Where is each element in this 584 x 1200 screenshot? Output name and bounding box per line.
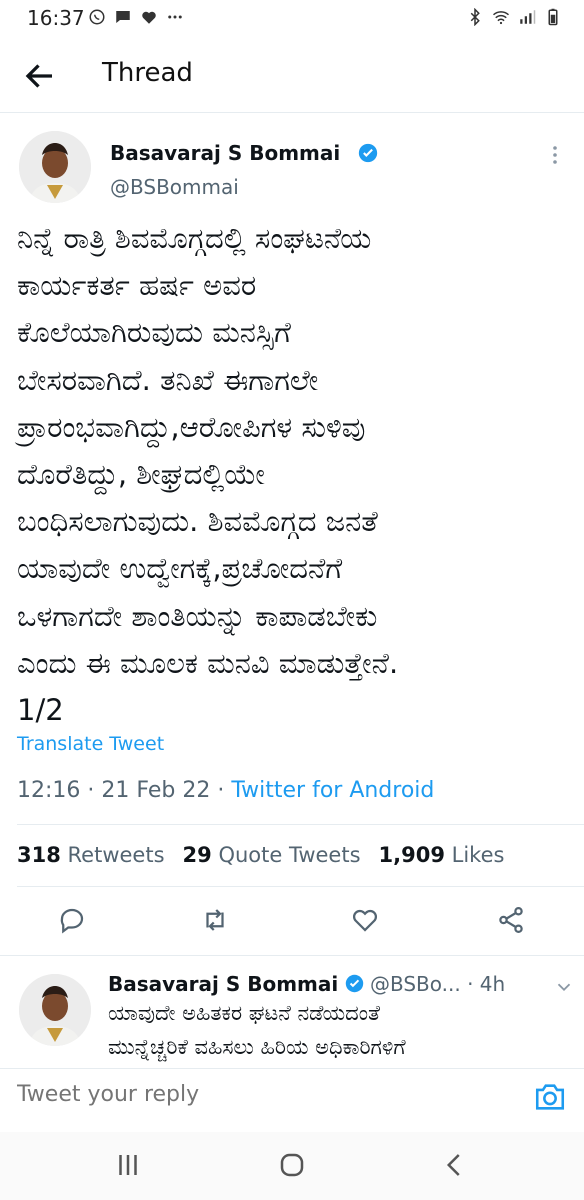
translate-tweet-link[interactable]: Translate Tweet [17, 733, 164, 755]
reply-author-name[interactable]: Basavaraj S Bommai [108, 972, 338, 996]
tweet-source-link[interactable]: Twitter for Android [231, 778, 434, 803]
avatar-portrait-icon [19, 131, 91, 203]
tweet-stats: 318 Retweets 29 Quote Tweets 1,909 Likes [17, 843, 504, 867]
home-icon[interactable] [277, 1150, 307, 1180]
page-title: Thread [102, 58, 193, 88]
quotes-label: Quote Tweets [218, 843, 361, 867]
signal-icon [520, 10, 536, 24]
tweet-text: ನಿನ್ನೆ ರಾತ್ರಿ ಶಿವಮೊಗ್ಗದಲ್ಲಿ ಸಂಘಟನೆಯ ಕಾರ್… [17, 221, 399, 728]
retweets-stat[interactable]: 318 Retweets [17, 843, 165, 867]
nav-back-icon[interactable] [440, 1150, 470, 1180]
retweets-label: Retweets [67, 843, 165, 867]
tweet-time: 12:16 [17, 778, 81, 803]
reply-icon[interactable] [57, 905, 87, 935]
verified-badge-icon [358, 143, 378, 163]
quotes-stat[interactable]: 29 Quote Tweets [183, 843, 361, 867]
reply-tweet-text: ಯಾವುದೇ ಅಹಿತಕರ ಘಟನೆ ನಡೆಯದಂತೆ ಮುನ್ನೆಚ್ಚರಿಕ… [108, 1001, 406, 1059]
more-dots-icon [168, 15, 182, 19]
reply-author-handle[interactable]: @BSBo... [370, 972, 461, 996]
reply-age: 4h [479, 972, 506, 996]
author-handle[interactable]: @BSBommai [110, 175, 239, 199]
reply-chevron-down-icon[interactable] [553, 976, 575, 998]
more-options-icon[interactable] [543, 143, 567, 167]
meta-divider [17, 824, 584, 825]
verified-badge-icon [345, 974, 363, 993]
tweet-date: 21 Feb 22 [101, 778, 211, 803]
battery-icon [548, 8, 558, 26]
status-time: 16:37 [27, 6, 85, 30]
likes-stat[interactable]: 1,909 Likes [379, 843, 505, 867]
status-notification-icons [88, 8, 184, 26]
meta-separator: · [87, 778, 95, 803]
tweet-divider [0, 955, 584, 956]
heart-icon [142, 11, 156, 24]
camera-icon[interactable] [532, 1080, 568, 1114]
avatar-portrait-icon [19, 974, 91, 1046]
recent-apps-icon[interactable] [113, 1150, 143, 1180]
whatsapp-icon [89, 9, 105, 25]
avatar[interactable] [19, 131, 91, 203]
header-divider [0, 112, 584, 113]
share-icon[interactable] [496, 905, 526, 935]
author-name[interactable]: Basavaraj S Bommai [110, 141, 340, 165]
reply-avatar[interactable] [19, 974, 91, 1046]
reply-separator: · [467, 972, 474, 996]
tweet-actions [0, 905, 584, 941]
bluetooth-icon [470, 8, 480, 26]
like-icon[interactable] [350, 905, 380, 935]
retweets-count: 318 [17, 843, 61, 867]
likes-label: Likes [451, 843, 505, 867]
reply-input[interactable] [17, 1082, 497, 1107]
back-arrow-icon[interactable] [22, 58, 58, 94]
meta-separator: · [217, 778, 225, 803]
likes-count: 1,909 [378, 843, 445, 867]
stats-divider [17, 886, 584, 887]
quotes-count: 29 [182, 843, 212, 867]
message-icon [116, 11, 130, 23]
tweet-meta: 12:16 · 21 Feb 22 · Twitter for Android [17, 778, 434, 803]
retweet-icon[interactable] [200, 905, 230, 935]
status-system-icons [466, 8, 562, 26]
wifi-icon [493, 11, 509, 25]
reply-header: Basavaraj S Bommai @BSBo... · 4h [108, 972, 505, 996]
